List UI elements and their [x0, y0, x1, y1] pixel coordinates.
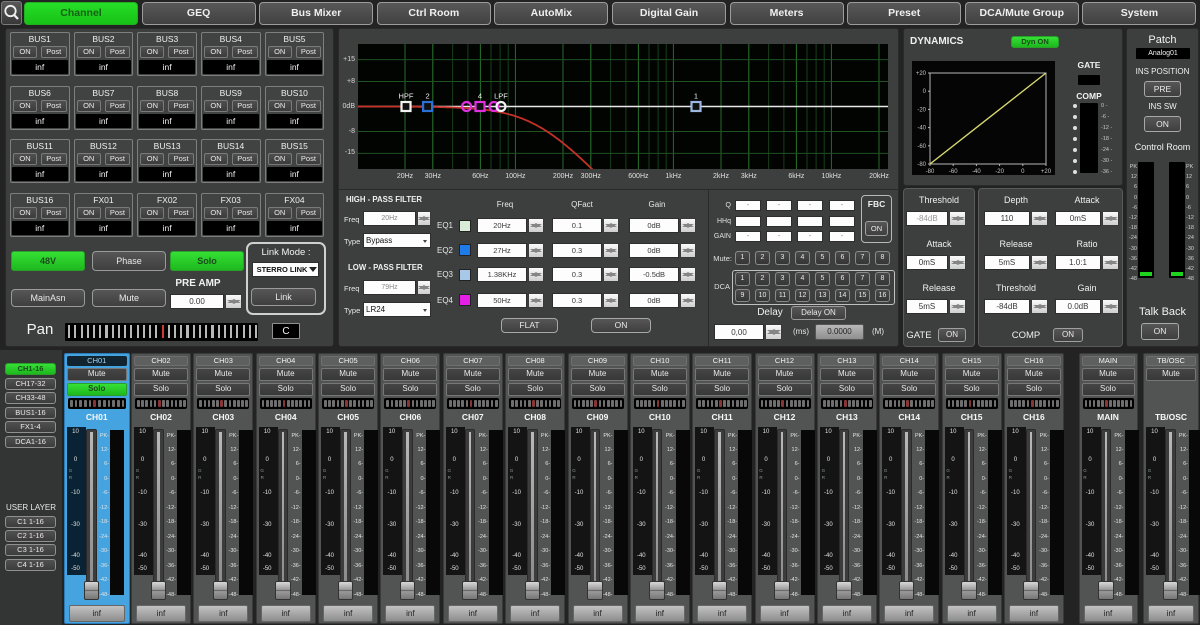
svg-text:+20: +20 — [1041, 169, 1052, 175]
svg-text:-20: -20 — [995, 169, 1004, 175]
svg-text:LPF: LPF — [494, 92, 508, 101]
svg-text:-40: -40 — [917, 126, 926, 132]
svg-text:-40: -40 — [972, 169, 981, 175]
svg-text:+20: +20 — [916, 71, 927, 77]
svg-text:-80: -80 — [926, 169, 935, 175]
svg-text:1: 1 — [694, 92, 698, 101]
svg-text:4: 4 — [478, 92, 482, 101]
svg-text:2: 2 — [426, 92, 430, 101]
svg-text:-60: -60 — [917, 144, 926, 150]
svg-text:-60: -60 — [949, 169, 958, 175]
svg-text:-20: -20 — [917, 107, 926, 113]
svg-text:-80: -80 — [917, 162, 926, 168]
svg-text:HPF: HPF — [399, 92, 414, 101]
